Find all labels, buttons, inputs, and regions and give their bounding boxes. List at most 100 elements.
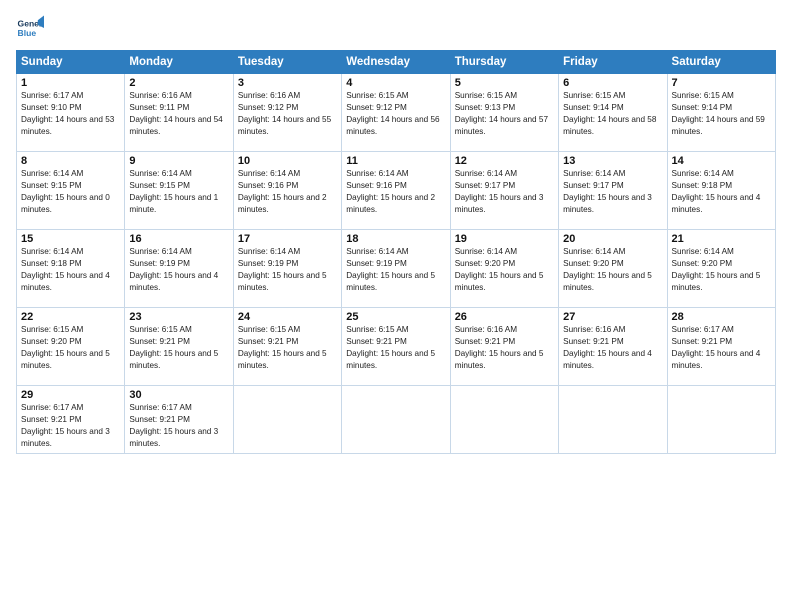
cell-content: Sunrise: 6:15 AMSunset: 9:21 PMDaylight:… — [238, 325, 327, 370]
day-number: 10 — [238, 155, 337, 167]
calendar-cell: 28 Sunrise: 6:17 AMSunset: 9:21 PMDaylig… — [667, 308, 775, 386]
cell-content: Sunrise: 6:16 AMSunset: 9:21 PMDaylight:… — [455, 325, 544, 370]
day-number: 17 — [238, 233, 337, 245]
calendar-cell: 27 Sunrise: 6:16 AMSunset: 9:21 PMDaylig… — [559, 308, 667, 386]
calendar-cell: 14 Sunrise: 6:14 AMSunset: 9:18 PMDaylig… — [667, 152, 775, 230]
day-number: 5 — [455, 77, 554, 89]
day-number: 18 — [346, 233, 445, 245]
day-number: 1 — [21, 77, 120, 89]
calendar-cell: 15 Sunrise: 6:14 AMSunset: 9:18 PMDaylig… — [17, 230, 125, 308]
day-number: 27 — [563, 311, 662, 323]
page: General Blue SundayMondayTuesdayWednesda… — [0, 0, 792, 612]
calendar-cell: 7 Sunrise: 6:15 AMSunset: 9:14 PMDayligh… — [667, 74, 775, 152]
column-header-monday: Monday — [125, 51, 233, 74]
day-number: 14 — [672, 155, 771, 167]
cell-content: Sunrise: 6:14 AMSunset: 9:17 PMDaylight:… — [455, 169, 544, 214]
cell-content: Sunrise: 6:17 AMSunset: 9:10 PMDaylight:… — [21, 91, 114, 136]
day-number: 19 — [455, 233, 554, 245]
cell-content: Sunrise: 6:16 AMSunset: 9:11 PMDaylight:… — [129, 91, 222, 136]
cell-content: Sunrise: 6:14 AMSunset: 9:16 PMDaylight:… — [346, 169, 435, 214]
day-number: 24 — [238, 311, 337, 323]
calendar-cell: 2 Sunrise: 6:16 AMSunset: 9:11 PMDayligh… — [125, 74, 233, 152]
calendar-cell: 1 Sunrise: 6:17 AMSunset: 9:10 PMDayligh… — [17, 74, 125, 152]
cell-content: Sunrise: 6:16 AMSunset: 9:21 PMDaylight:… — [563, 325, 652, 370]
calendar-cell: 22 Sunrise: 6:15 AMSunset: 9:20 PMDaylig… — [17, 308, 125, 386]
cell-content: Sunrise: 6:14 AMSunset: 9:19 PMDaylight:… — [238, 247, 327, 292]
header: General Blue — [16, 14, 776, 42]
calendar-cell: 8 Sunrise: 6:14 AMSunset: 9:15 PMDayligh… — [17, 152, 125, 230]
calendar-cell — [667, 386, 775, 454]
day-number: 21 — [672, 233, 771, 245]
calendar-week-5: 29 Sunrise: 6:17 AMSunset: 9:21 PMDaylig… — [17, 386, 776, 454]
calendar-cell: 9 Sunrise: 6:14 AMSunset: 9:15 PMDayligh… — [125, 152, 233, 230]
calendar-cell: 12 Sunrise: 6:14 AMSunset: 9:17 PMDaylig… — [450, 152, 558, 230]
logo-icon: General Blue — [16, 14, 44, 42]
calendar-header-row: SundayMondayTuesdayWednesdayThursdayFrid… — [17, 51, 776, 74]
calendar-cell: 5 Sunrise: 6:15 AMSunset: 9:13 PMDayligh… — [450, 74, 558, 152]
calendar-cell: 20 Sunrise: 6:14 AMSunset: 9:20 PMDaylig… — [559, 230, 667, 308]
day-number: 9 — [129, 155, 228, 167]
day-number: 4 — [346, 77, 445, 89]
calendar-week-3: 15 Sunrise: 6:14 AMSunset: 9:18 PMDaylig… — [17, 230, 776, 308]
calendar-cell: 13 Sunrise: 6:14 AMSunset: 9:17 PMDaylig… — [559, 152, 667, 230]
cell-content: Sunrise: 6:14 AMSunset: 9:15 PMDaylight:… — [21, 169, 110, 214]
calendar-cell: 6 Sunrise: 6:15 AMSunset: 9:14 PMDayligh… — [559, 74, 667, 152]
calendar-week-2: 8 Sunrise: 6:14 AMSunset: 9:15 PMDayligh… — [17, 152, 776, 230]
cell-content: Sunrise: 6:17 AMSunset: 9:21 PMDaylight:… — [672, 325, 761, 370]
calendar-cell: 30 Sunrise: 6:17 AMSunset: 9:21 PMDaylig… — [125, 386, 233, 454]
calendar-cell: 17 Sunrise: 6:14 AMSunset: 9:19 PMDaylig… — [233, 230, 341, 308]
day-number: 30 — [129, 389, 228, 401]
calendar-cell: 18 Sunrise: 6:14 AMSunset: 9:19 PMDaylig… — [342, 230, 450, 308]
cell-content: Sunrise: 6:16 AMSunset: 9:12 PMDaylight:… — [238, 91, 331, 136]
calendar-cell: 21 Sunrise: 6:14 AMSunset: 9:20 PMDaylig… — [667, 230, 775, 308]
cell-content: Sunrise: 6:15 AMSunset: 9:12 PMDaylight:… — [346, 91, 439, 136]
calendar-cell: 10 Sunrise: 6:14 AMSunset: 9:16 PMDaylig… — [233, 152, 341, 230]
day-number: 7 — [672, 77, 771, 89]
cell-content: Sunrise: 6:14 AMSunset: 9:19 PMDaylight:… — [129, 247, 218, 292]
day-number: 3 — [238, 77, 337, 89]
day-number: 8 — [21, 155, 120, 167]
day-number: 6 — [563, 77, 662, 89]
day-number: 22 — [21, 311, 120, 323]
column-header-friday: Friday — [559, 51, 667, 74]
cell-content: Sunrise: 6:17 AMSunset: 9:21 PMDaylight:… — [129, 403, 218, 448]
cell-content: Sunrise: 6:17 AMSunset: 9:21 PMDaylight:… — [21, 403, 110, 448]
calendar-cell: 26 Sunrise: 6:16 AMSunset: 9:21 PMDaylig… — [450, 308, 558, 386]
day-number: 2 — [129, 77, 228, 89]
column-header-tuesday: Tuesday — [233, 51, 341, 74]
cell-content: Sunrise: 6:15 AMSunset: 9:21 PMDaylight:… — [346, 325, 435, 370]
cell-content: Sunrise: 6:14 AMSunset: 9:18 PMDaylight:… — [21, 247, 110, 292]
cell-content: Sunrise: 6:14 AMSunset: 9:20 PMDaylight:… — [455, 247, 544, 292]
cell-content: Sunrise: 6:14 AMSunset: 9:20 PMDaylight:… — [672, 247, 761, 292]
logo: General Blue — [16, 14, 48, 42]
calendar-table: SundayMondayTuesdayWednesdayThursdayFrid… — [16, 50, 776, 454]
calendar-cell: 23 Sunrise: 6:15 AMSunset: 9:21 PMDaylig… — [125, 308, 233, 386]
cell-content: Sunrise: 6:15 AMSunset: 9:14 PMDaylight:… — [563, 91, 656, 136]
calendar-week-1: 1 Sunrise: 6:17 AMSunset: 9:10 PMDayligh… — [17, 74, 776, 152]
cell-content: Sunrise: 6:15 AMSunset: 9:20 PMDaylight:… — [21, 325, 110, 370]
cell-content: Sunrise: 6:15 AMSunset: 9:13 PMDaylight:… — [455, 91, 548, 136]
calendar-week-4: 22 Sunrise: 6:15 AMSunset: 9:20 PMDaylig… — [17, 308, 776, 386]
day-number: 29 — [21, 389, 120, 401]
day-number: 15 — [21, 233, 120, 245]
calendar-cell — [342, 386, 450, 454]
calendar-cell — [450, 386, 558, 454]
cell-content: Sunrise: 6:15 AMSunset: 9:21 PMDaylight:… — [129, 325, 218, 370]
cell-content: Sunrise: 6:14 AMSunset: 9:19 PMDaylight:… — [346, 247, 435, 292]
day-number: 12 — [455, 155, 554, 167]
calendar-cell: 3 Sunrise: 6:16 AMSunset: 9:12 PMDayligh… — [233, 74, 341, 152]
cell-content: Sunrise: 6:14 AMSunset: 9:18 PMDaylight:… — [672, 169, 761, 214]
day-number: 11 — [346, 155, 445, 167]
calendar-cell: 24 Sunrise: 6:15 AMSunset: 9:21 PMDaylig… — [233, 308, 341, 386]
calendar-cell: 11 Sunrise: 6:14 AMSunset: 9:16 PMDaylig… — [342, 152, 450, 230]
column-header-sunday: Sunday — [17, 51, 125, 74]
column-header-wednesday: Wednesday — [342, 51, 450, 74]
cell-content: Sunrise: 6:14 AMSunset: 9:15 PMDaylight:… — [129, 169, 218, 214]
calendar-cell — [233, 386, 341, 454]
cell-content: Sunrise: 6:14 AMSunset: 9:16 PMDaylight:… — [238, 169, 327, 214]
calendar-cell: 16 Sunrise: 6:14 AMSunset: 9:19 PMDaylig… — [125, 230, 233, 308]
svg-text:Blue: Blue — [18, 28, 37, 38]
calendar-cell — [559, 386, 667, 454]
day-number: 20 — [563, 233, 662, 245]
cell-content: Sunrise: 6:14 AMSunset: 9:20 PMDaylight:… — [563, 247, 652, 292]
